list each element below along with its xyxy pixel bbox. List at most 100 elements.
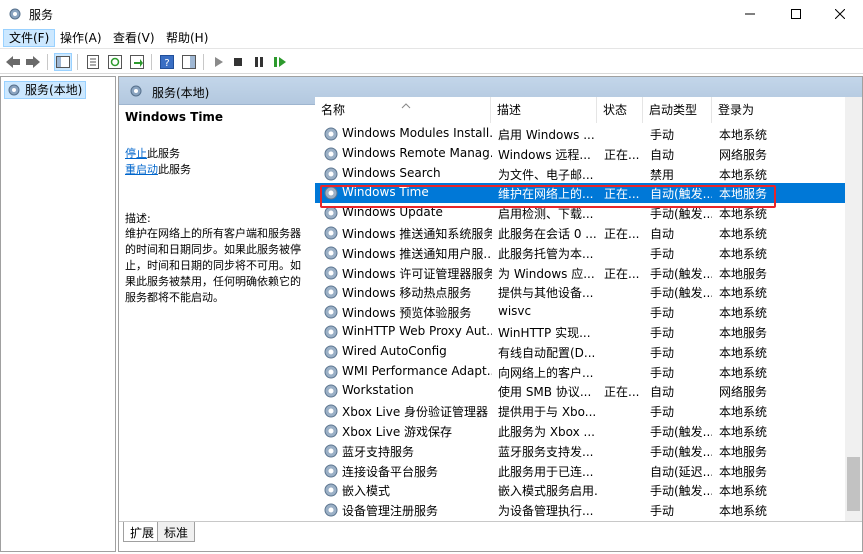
service-row[interactable]: Windows Time 维护在网络上的... 正在... 自动(触发... 本地服务 bbox=[315, 183, 845, 204]
sort-ascending-icon bbox=[401, 103, 411, 109]
service-startup-type-cell: 手动 bbox=[650, 365, 675, 380]
toolbar-separator bbox=[77, 54, 78, 70]
description-text: 维护在网络上的所有客户端和服务器的时间和日期同步。如果此服务被停止，时间和日期的… bbox=[125, 227, 301, 304]
service-gear-icon bbox=[323, 423, 339, 439]
description-label: 描述: bbox=[125, 212, 151, 225]
service-name-cell: WinHTTP Web Proxy Aut... bbox=[342, 324, 492, 338]
service-name-cell: Xbox Live 游戏保存 bbox=[342, 425, 453, 439]
service-row[interactable]: 设备管理注册服务 为设备管理执行... 手动 本地系统 bbox=[315, 500, 845, 520]
service-gear-icon bbox=[323, 185, 339, 201]
properties-icon[interactable] bbox=[84, 53, 102, 71]
service-logon-cell: 本地系统 bbox=[719, 365, 768, 380]
service-row[interactable]: Windows Remote Manag... Windows 远程... 正在..… bbox=[315, 144, 845, 164]
service-description-cell: 此服务用于已连... bbox=[498, 464, 594, 479]
tree-item-services-local[interactable]: 服务(本地) bbox=[4, 81, 87, 99]
service-row[interactable]: Windows 许可证管理器服务为 Windows 应... 正在... 手动(触发… bbox=[315, 263, 845, 283]
service-status-cell: 正在... bbox=[604, 227, 640, 241]
show-action-pane-icon[interactable] bbox=[180, 53, 198, 71]
column-name-label: 名称 bbox=[321, 103, 346, 117]
toolbar-separator bbox=[203, 54, 204, 70]
service-status-cell: 正在... bbox=[604, 187, 640, 202]
restart-service-icon[interactable] bbox=[271, 53, 289, 71]
service-name-cell: Windows Update bbox=[342, 205, 443, 220]
service-description-cell: 嵌入模式服务启用... bbox=[498, 484, 598, 499]
tab-standard[interactable]: 标准 bbox=[157, 522, 196, 542]
service-row[interactable]: Windows 推送通知用户服... 此服务托管为本... 手动 本地系统 bbox=[315, 243, 845, 263]
service-row[interactable]: Windows 预览体验服务 wisvc 手动 本地系统 bbox=[315, 302, 845, 322]
service-description-cell: 启用检测、下载... bbox=[498, 207, 594, 222]
service-description-cell: 使用 SMB 协议... bbox=[498, 385, 592, 400]
service-description-cell: 此服务为 Xbox ... bbox=[498, 425, 595, 439]
close-button[interactable] bbox=[817, 0, 863, 28]
service-logon-cell: 本地系统 bbox=[719, 207, 768, 222]
menu-file[interactable]: 文件(F) bbox=[3, 29, 56, 47]
service-row[interactable]: Workstation 使用 SMB 协议... 正在... 自动 网络服务 bbox=[315, 381, 845, 401]
restart-service-link[interactable]: 重启动 bbox=[125, 163, 158, 176]
tab-extended[interactable]: 扩展 bbox=[123, 522, 162, 542]
vertical-scrollbar[interactable] bbox=[845, 97, 862, 521]
service-logon-cell: 本地服务 bbox=[719, 187, 768, 202]
service-row[interactable]: Windows Update 启用检测、下载... 手动(触发... 本地系统 bbox=[315, 203, 845, 223]
back-icon[interactable] bbox=[4, 53, 22, 71]
scrollbar-thumb[interactable] bbox=[847, 457, 860, 511]
column-header-name[interactable]: 名称 bbox=[315, 97, 491, 123]
service-name-cell: Windows 许可证管理器服务 bbox=[342, 266, 492, 281]
stop-service-link[interactable]: 停止 bbox=[125, 147, 147, 160]
service-startup-type-cell: 手动(触发... bbox=[650, 266, 712, 281]
service-description-cell: 此服务在会话 0 ... bbox=[498, 227, 597, 241]
service-row[interactable]: Windows 推送通知系统服务 此服务在会话 0 ... 正在... 自动 本地系统 bbox=[315, 223, 845, 243]
service-row[interactable]: WMI Performance Adapt... 向网络上的客户... 手动 本地系统 bbox=[315, 362, 845, 382]
service-description-cell: 维护在网络上的... bbox=[498, 187, 594, 202]
service-row[interactable]: Xbox Live 游戏保存 此服务为 Xbox ... 手动(触发... 本地系统 bbox=[315, 421, 845, 441]
column-header-startup-type[interactable]: 启动类型 bbox=[643, 97, 712, 123]
service-name-cell: 设备管理注册服务 bbox=[342, 504, 439, 519]
service-row[interactable]: Wired AutoConfig 有线自动配置(D... 手动 本地系统 bbox=[315, 342, 845, 362]
services-gear-icon bbox=[7, 6, 23, 22]
help-icon[interactable]: ? bbox=[158, 53, 176, 71]
refresh-icon[interactable] bbox=[106, 53, 124, 71]
service-gear-icon bbox=[323, 403, 339, 419]
service-gear-icon bbox=[323, 126, 339, 142]
maximize-button[interactable] bbox=[773, 0, 819, 28]
service-startup-type-cell: 自动 bbox=[650, 385, 675, 400]
service-row[interactable]: 连接设备平台服务 此服务用于已连... 自动(延迟... 本地服务 bbox=[315, 461, 845, 481]
toolbar-separator bbox=[151, 54, 152, 70]
service-row[interactable]: Windows Search 为文件、电子邮... 禁用 本地系统 bbox=[315, 164, 845, 184]
service-row[interactable]: Windows Modules Install... 启用 Windows ...… bbox=[315, 124, 845, 144]
menu-action[interactable]: 操作(A) bbox=[54, 29, 108, 47]
show-hide-tree-icon[interactable] bbox=[54, 53, 72, 71]
service-logon-cell: 本地系统 bbox=[719, 286, 768, 301]
service-row[interactable]: WinHTTP Web Proxy Aut... WinHTTP 实现... 手动 本… bbox=[315, 322, 845, 342]
menu-help[interactable]: 帮助(H) bbox=[160, 29, 214, 47]
service-logon-cell: 本地系统 bbox=[719, 167, 768, 182]
service-gear-icon bbox=[323, 502, 339, 518]
service-gear-icon bbox=[323, 166, 339, 182]
service-name-cell: Windows 预览体验服务 bbox=[342, 306, 472, 321]
service-status-cell: 正在... bbox=[604, 147, 640, 162]
service-startup-type-cell: 自动 bbox=[650, 227, 675, 241]
service-gear-icon bbox=[323, 443, 339, 459]
service-row[interactable]: Xbox Live 身份验证管理器 提供用于与 Xbo... 手动 本地系统 bbox=[315, 401, 845, 421]
service-logon-cell: 本地系统 bbox=[719, 504, 768, 519]
column-header-description[interactable]: 描述 bbox=[491, 97, 597, 123]
service-description-cell: 向网络上的客户... bbox=[498, 365, 594, 380]
service-startup-type-cell: 自动(延迟... bbox=[650, 464, 712, 479]
column-header-logon-as[interactable]: 登录为 bbox=[712, 97, 845, 123]
service-row[interactable]: 嵌入模式 嵌入模式服务启用... 手动(触发... 本地系统 bbox=[315, 480, 845, 500]
forward-icon[interactable] bbox=[24, 53, 42, 71]
service-row[interactable]: Windows 移动热点服务 提供与其他设备... 手动(触发... 本地系统 bbox=[315, 282, 845, 302]
stop-service-icon[interactable] bbox=[229, 53, 247, 71]
service-description-cell: wisvc bbox=[498, 304, 532, 319]
minimize-button[interactable] bbox=[727, 0, 773, 28]
column-header-status[interactable]: 状态 bbox=[597, 97, 643, 123]
menu-view[interactable]: 查看(V) bbox=[107, 29, 161, 47]
pause-service-icon[interactable] bbox=[250, 53, 268, 71]
service-row[interactable]: 蓝牙支持服务 蓝牙服务支持发... 手动(触发... 本地服务 bbox=[315, 441, 845, 461]
services-gear-icon bbox=[7, 83, 21, 97]
service-logon-cell: 网络服务 bbox=[719, 147, 768, 162]
start-service-icon[interactable] bbox=[209, 53, 227, 71]
service-name-cell: Windows Search bbox=[342, 165, 441, 180]
export-list-icon[interactable] bbox=[128, 53, 146, 71]
service-name-cell: 蓝牙支持服务 bbox=[342, 444, 415, 459]
service-name-cell: Workstation bbox=[342, 383, 414, 398]
